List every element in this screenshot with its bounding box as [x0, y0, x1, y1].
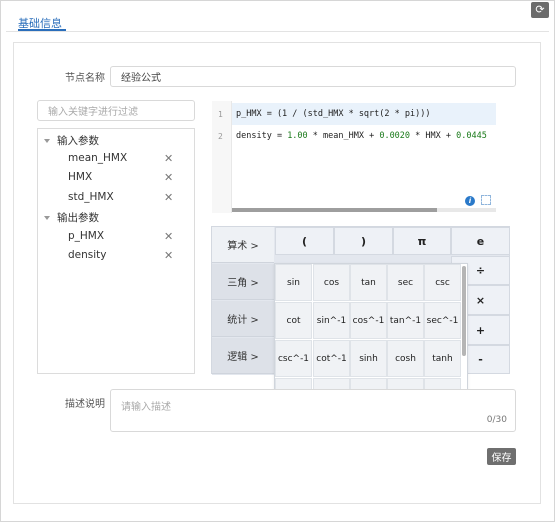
tree-group-input[interactable]: 输入参数	[44, 133, 99, 148]
category-stats[interactable]: 统计 >	[212, 301, 274, 337]
line-number: 1	[218, 110, 223, 119]
tree-item-hmx[interactable]: HMX	[68, 171, 92, 183]
key-e[interactable]: e	[451, 227, 510, 255]
caret-down-icon	[44, 215, 50, 220]
key-arctan[interactable]: tan^-1	[387, 302, 424, 339]
popup-scrollbar[interactable]	[462, 266, 466, 356]
code-number: 1.00	[287, 131, 308, 141]
key-tanh[interactable]: tanh	[424, 340, 461, 377]
key-open-paren[interactable]: (	[275, 227, 334, 255]
code-line-1[interactable]: p_HMX = (1 / (std_HMX * sqrt(2 * pi)))	[236, 109, 430, 119]
key-cot[interactable]: cot	[275, 302, 312, 339]
key-close-paren[interactable]: )	[334, 227, 393, 255]
tree-group-label: 输入参数	[57, 135, 99, 147]
calculator-categories: 算术 > 三角 > 统计 > 逻辑 >	[212, 227, 275, 375]
tree-filter-placeholder: 输入关键字进行过滤	[48, 107, 138, 118]
description-char-count: 0/30	[486, 415, 507, 425]
key-cosh[interactable]: cosh	[387, 340, 424, 377]
description-textarea[interactable]: 请输入描述 0/30	[110, 389, 516, 432]
category-logic[interactable]: 逻辑 >	[212, 338, 274, 374]
description-placeholder: 请输入描述	[121, 402, 171, 413]
key-sin[interactable]: sin	[275, 264, 312, 301]
key-pi[interactable]: π	[393, 227, 451, 255]
key-arccot[interactable]: cot^-1	[313, 340, 350, 377]
editor-scrollbar-thumb[interactable]	[232, 208, 437, 212]
key-cos[interactable]: cos	[313, 264, 350, 301]
close-icon[interactable]: ✕	[164, 171, 173, 184]
key-sec[interactable]: sec	[387, 264, 424, 301]
code-number: 0.0445	[456, 131, 487, 141]
code-line-2[interactable]: density = 1.00 * mean_HMX + 0.0020 * HMX…	[236, 131, 487, 141]
node-name-value: 经验公式	[121, 73, 161, 84]
close-icon[interactable]: ✕	[164, 249, 173, 262]
key-sinh[interactable]: sinh	[350, 340, 387, 377]
close-icon[interactable]: ✕	[164, 230, 173, 243]
save-button[interactable]: 保存	[487, 448, 516, 465]
tree-item-mean-hmx[interactable]: mean_HMX	[68, 152, 127, 164]
tab-divider	[6, 31, 549, 32]
key-arcsec[interactable]: sec^-1	[424, 302, 461, 339]
description-label: 描述说明	[65, 399, 105, 410]
code-number: 0.0020	[379, 131, 411, 141]
formula-editor[interactable]: 1 p_HMX = (1 / (std_HMX * sqrt(2 * pi)))…	[212, 101, 496, 213]
code-text: density =	[236, 131, 288, 141]
tree-filter-input[interactable]: 输入关键字进行过滤	[37, 100, 195, 121]
trig-function-popup: sin cos tan sec csc cot sin^-1 cos^-1 ta…	[274, 263, 468, 393]
tree-group-label: 输出参数	[57, 212, 99, 224]
fullscreen-icon[interactable]	[481, 195, 491, 205]
key-arccos[interactable]: cos^-1	[350, 302, 387, 339]
tree-group-output[interactable]: 输出参数	[44, 210, 99, 225]
key-arccsc[interactable]: csc^-1	[275, 340, 312, 377]
key-arcsin[interactable]: sin^-1	[313, 302, 350, 339]
info-icon[interactable]: i	[465, 196, 475, 206]
tree-item-std-hmx[interactable]: std_HMX	[68, 191, 114, 203]
key-tan[interactable]: tan	[350, 264, 387, 301]
category-trig[interactable]: 三角 >	[212, 264, 274, 300]
caret-down-icon	[44, 138, 50, 143]
node-name-input[interactable]: 经验公式	[110, 66, 516, 87]
refresh-icon[interactable]: ⟳	[531, 2, 549, 18]
tree-item-p-hmx[interactable]: p_HMX	[68, 230, 104, 242]
key-csc[interactable]: csc	[424, 264, 461, 301]
line-number: 2	[218, 132, 223, 141]
code-text: * HMX +	[410, 131, 457, 141]
node-name-label: 节点名称	[65, 73, 105, 84]
category-arithmetic[interactable]: 算术 >	[212, 227, 274, 263]
close-icon[interactable]: ✕	[164, 152, 173, 165]
tree-item-density[interactable]: density	[68, 249, 107, 261]
code-text: * mean_HMX +	[307, 131, 380, 141]
close-icon[interactable]: ✕	[164, 191, 173, 204]
